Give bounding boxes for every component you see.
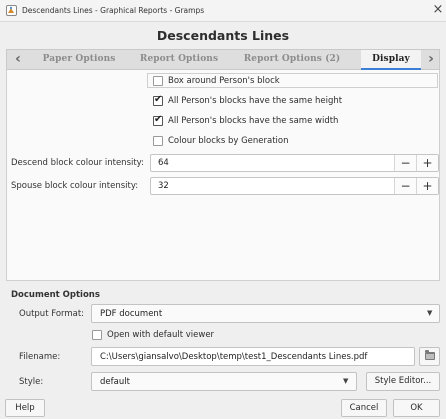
tab-display[interactable]: Display <box>361 50 421 70</box>
spouse-decrement-button[interactable]: − <box>394 178 416 194</box>
chevron-down-icon: ▼ <box>343 377 349 385</box>
spouse-intensity-value[interactable]: 32 <box>158 181 169 191</box>
ok-button[interactable]: OK <box>393 399 440 417</box>
tab-report-options[interactable]: Report Options <box>131 50 227 69</box>
filename-value: C:\Users\giansalvo\Desktop\temp\test1_De… <box>100 352 368 362</box>
browse-folder-button[interactable] <box>419 347 440 366</box>
output-format-select[interactable]: PDF document ▼ <box>91 304 440 323</box>
style-value: default <box>100 377 130 387</box>
spouse-increment-button[interactable]: + <box>416 178 438 194</box>
same-width-label: All Person's blocks have the same width <box>168 116 339 126</box>
descend-intensity-spinner: 64 − + <box>150 154 439 172</box>
close-icon[interactable]: × <box>432 2 444 18</box>
colour-by-generation-label: Colour blocks by Generation <box>168 136 289 146</box>
colour-by-generation-checkbox[interactable] <box>153 136 163 146</box>
style-label: Style: <box>19 377 44 387</box>
chevron-down-icon: ▼ <box>427 309 433 317</box>
tab-scroll-left-icon[interactable]: ‹ <box>11 51 25 68</box>
filename-input[interactable]: C:\Users\giansalvo\Desktop\temp\test1_De… <box>91 347 415 366</box>
box-around-block-label: Box around Person's block <box>168 76 280 86</box>
folder-icon <box>425 350 435 360</box>
spouse-intensity-label: Spouse block colour intensity: <box>11 181 139 191</box>
window-title: Descendants Lines - Graphical Reports - … <box>22 6 205 15</box>
document-options-title: Document Options <box>11 290 100 300</box>
tab-scroll-right-icon[interactable]: › <box>424 51 438 68</box>
descend-intensity-value[interactable]: 64 <box>158 158 169 168</box>
descend-increment-button[interactable]: + <box>416 155 438 171</box>
same-height-checkbox[interactable]: ✔ <box>153 94 163 106</box>
checkmark-icon: ✔ <box>154 114 163 125</box>
descend-intensity-label: Descend block colour intensity: <box>11 158 144 168</box>
gramps-app-icon <box>6 5 17 16</box>
open-default-viewer-checkbox[interactable] <box>92 330 102 340</box>
output-format-value: PDF document <box>100 309 163 319</box>
box-around-block-checkbox[interactable] <box>153 76 163 86</box>
descend-decrement-button[interactable]: − <box>394 155 416 171</box>
style-editor-button[interactable]: Style Editor... <box>366 372 440 391</box>
spouse-intensity-spinner: 32 − + <box>150 177 439 195</box>
checkmark-icon: ✔ <box>154 94 163 105</box>
output-format-label: Output Format: <box>19 309 85 319</box>
same-width-checkbox[interactable]: ✔ <box>153 114 163 126</box>
dialog-title: Descendants Lines <box>156 28 290 43</box>
cancel-button[interactable]: Cancel <box>341 399 387 417</box>
filename-label: Filename: <box>19 352 61 362</box>
tab-report-options-2[interactable]: Report Options (2) <box>227 50 357 69</box>
help-button[interactable]: Help <box>5 399 45 417</box>
style-select[interactable]: default ▼ <box>91 372 357 391</box>
open-default-viewer-label: Open with default viewer <box>107 330 215 340</box>
tab-paper-options[interactable]: Paper Options <box>27 50 131 69</box>
tab-bar: ‹ Paper Options Report Options Report Op… <box>6 49 440 70</box>
same-height-label: All Person's blocks have the same height <box>168 96 343 106</box>
